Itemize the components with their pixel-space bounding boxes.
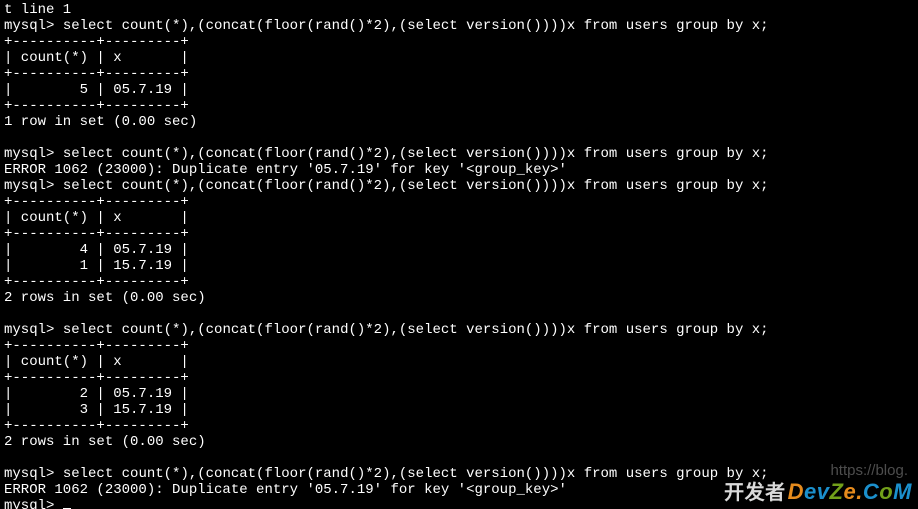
line-fragment: t line 1 <box>4 2 71 18</box>
table-row: | 5 | 05.7.19 | <box>4 82 189 98</box>
table-row: | 2 | 05.7.19 | <box>4 386 189 402</box>
table-row: | 3 | 15.7.19 | <box>4 402 189 418</box>
table-row: | 1 | 15.7.19 | <box>4 258 189 274</box>
table-header: | count(*) | x | <box>4 50 189 66</box>
table-border: +----------+---------+ <box>4 338 189 354</box>
terminal-output[interactable]: t line 1 mysql> select count(*),(concat(… <box>0 0 918 509</box>
sql-query: select count(*),(concat(floor(rand()*2),… <box>63 146 769 162</box>
table-header: | count(*) | x | <box>4 210 189 226</box>
prompt: mysql> <box>4 498 54 509</box>
table-row: | 4 | 05.7.19 | <box>4 242 189 258</box>
prompt: mysql> <box>4 146 54 162</box>
table-border: +----------+---------+ <box>4 194 189 210</box>
error-line: ERROR 1062 (23000): Duplicate entry '05.… <box>4 162 567 178</box>
prompt: mysql> <box>4 178 54 194</box>
table-header: | count(*) | x | <box>4 354 189 370</box>
result-footer: 2 rows in set (0.00 sec) <box>4 434 206 450</box>
result-footer: 2 rows in set (0.00 sec) <box>4 290 206 306</box>
prompt: mysql> <box>4 18 54 34</box>
table-border: +----------+---------+ <box>4 66 189 82</box>
table-border: +----------+---------+ <box>4 418 189 434</box>
sql-query: select count(*),(concat(floor(rand()*2),… <box>63 322 769 338</box>
prompt: mysql> <box>4 466 54 482</box>
sql-query: select count(*),(concat(floor(rand()*2),… <box>63 466 769 482</box>
table-border: +----------+---------+ <box>4 34 189 50</box>
sql-query: select count(*),(concat(floor(rand()*2),… <box>63 178 769 194</box>
prompt: mysql> <box>4 322 54 338</box>
error-line: ERROR 1062 (23000): Duplicate entry '05.… <box>4 482 567 498</box>
table-border: +----------+---------+ <box>4 370 189 386</box>
sql-query: select count(*),(concat(floor(rand()*2),… <box>63 18 769 34</box>
result-footer: 1 row in set (0.00 sec) <box>4 114 197 130</box>
table-border: +----------+---------+ <box>4 98 189 114</box>
table-border: +----------+---------+ <box>4 226 189 242</box>
table-border: +----------+---------+ <box>4 274 189 290</box>
